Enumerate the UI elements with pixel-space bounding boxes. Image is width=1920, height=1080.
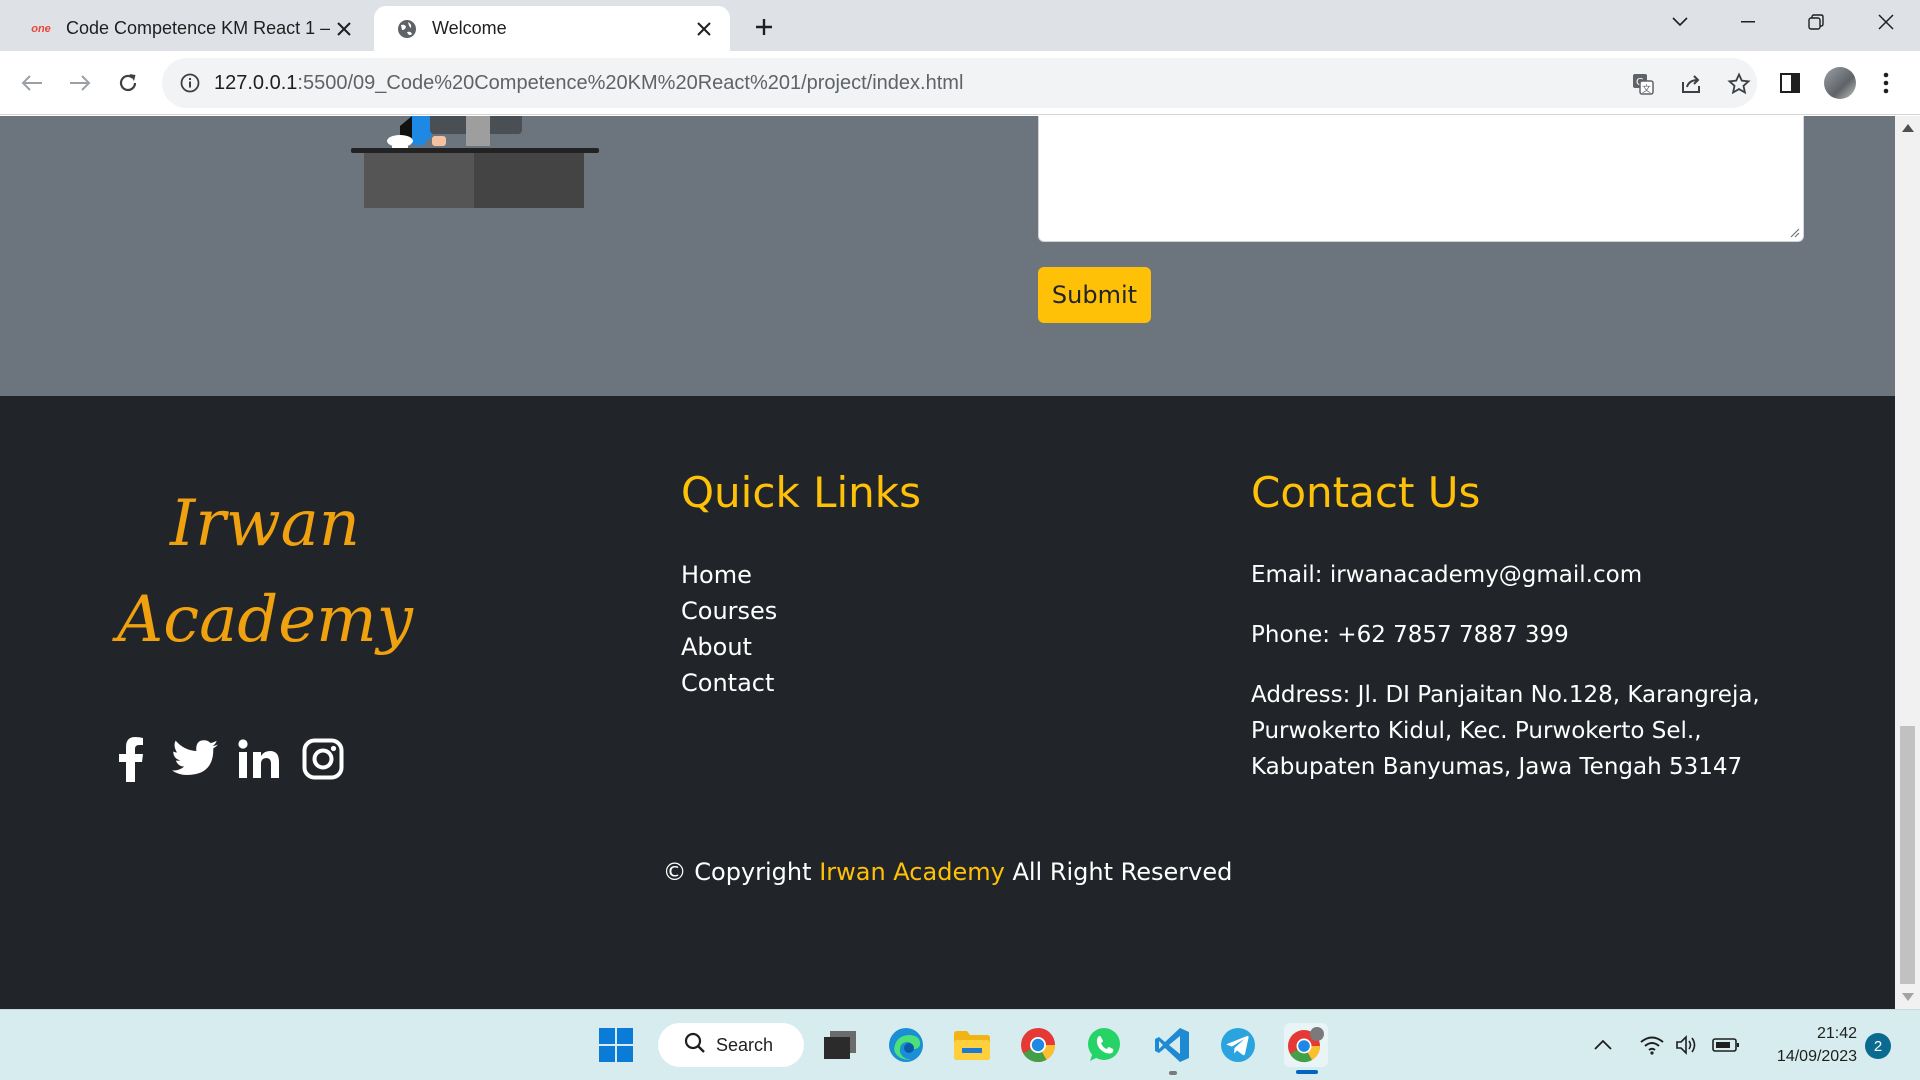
brand-line-1: Irwan [169, 487, 361, 561]
clock-date: 14/09/2023 [1776, 1048, 1857, 1065]
tab-title: Welcome [432, 18, 507, 38]
task-view-icon[interactable] [818, 1023, 862, 1067]
edge-icon[interactable] [884, 1023, 928, 1067]
globe-icon [396, 18, 418, 40]
bookmark-star-icon[interactable] [1725, 70, 1753, 98]
contact-info: Email: irwanacademy@gmail.com Phone: +62… [1251, 557, 1811, 809]
battery-icon[interactable] [1712, 1030, 1740, 1060]
instagram-icon[interactable] [300, 736, 346, 782]
copyright: © Copyright Irwan Academy All Right Rese… [0, 858, 1895, 886]
tray-overflow-chevron-icon[interactable] [1594, 1030, 1612, 1060]
menu-kebab-icon[interactable] [1866, 63, 1906, 103]
close-icon[interactable] [690, 15, 718, 43]
contact-us-title: Contact Us [1251, 468, 1481, 517]
minimize-icon[interactable] [1720, 0, 1776, 44]
restore-icon[interactable] [1788, 0, 1844, 44]
message-textarea[interactable] [1038, 116, 1804, 242]
address-bar[interactable]: 127.0.0.1:5500/09_Code%20Competence%20KM… [162, 58, 1757, 108]
window-close-icon[interactable] [1858, 0, 1914, 44]
resize-grip-icon[interactable] [1788, 226, 1800, 238]
search-icon [684, 1032, 706, 1059]
tab-title: Code Competence KM React 1 – [66, 18, 330, 38]
svg-text:文: 文 [1642, 83, 1651, 95]
url-path: :5500/09_Code%20Competence%20KM%20React%… [297, 71, 964, 94]
quick-links-title: Quick Links [681, 468, 922, 517]
contact-address: Address: Jl. DI Panjaitan No.128, Karang… [1251, 682, 1760, 780]
site-info-icon[interactable] [178, 71, 202, 95]
brand-line-2: Academy [117, 583, 413, 657]
tab-code-competence[interactable]: one Code Competence KM React 1 – [8, 6, 370, 51]
whatsapp-icon[interactable] [1082, 1023, 1126, 1067]
scroll-down-arrow-icon[interactable] [1902, 993, 1914, 1001]
back-arrow-icon[interactable] [12, 63, 52, 103]
wifi-icon[interactable] [1640, 1030, 1664, 1060]
contact-email: Email: irwanacademy@gmail.com [1251, 562, 1643, 588]
forward-arrow-icon[interactable] [60, 63, 100, 103]
translate-icon[interactable]: G文 [1629, 70, 1657, 98]
copyright-brand-link[interactable]: Irwan Academy [819, 858, 1005, 886]
vscode-icon[interactable] [1150, 1023, 1194, 1067]
telegram-icon[interactable] [1216, 1023, 1260, 1067]
search-label: Search [716, 1034, 774, 1055]
chrome-icon[interactable] [1016, 1023, 1060, 1067]
brand-logo[interactable]: Irwan Academy [100, 476, 430, 668]
scroll-up-arrow-icon[interactable] [1902, 124, 1914, 132]
new-tab-icon[interactable] [748, 11, 780, 43]
footer-link-about[interactable]: About [681, 629, 777, 665]
side-panel-icon[interactable] [1770, 63, 1810, 103]
copyright-prefix: © Copyright [662, 858, 812, 886]
running-indicator [1169, 1071, 1177, 1075]
linkedin-icon[interactable] [236, 736, 282, 782]
url-text: 127.0.0.1:5500/09_Code%20Competence%20KM… [214, 72, 963, 95]
share-icon[interactable] [1677, 70, 1705, 98]
clock-time: 21:42 [1816, 1025, 1857, 1042]
scrollbar-thumb[interactable] [1900, 726, 1915, 984]
file-explorer-icon[interactable] [950, 1023, 994, 1067]
taskbar-search[interactable]: Search [658, 1023, 804, 1067]
windows-taskbar: Search 21:42 14/09/2023 2 [0, 1009, 1920, 1080]
facebook-icon[interactable] [108, 736, 154, 782]
profile-avatar[interactable] [1824, 67, 1856, 99]
active-app-indicator [1296, 1070, 1318, 1074]
twitter-icon[interactable] [172, 736, 218, 782]
system-clock[interactable]: 21:42 14/09/2023 [1757, 1022, 1857, 1068]
browser-toolbar: 127.0.0.1:5500/09_Code%20Competence%20KM… [0, 51, 1920, 115]
close-icon[interactable] [330, 15, 358, 43]
page-scrollbar[interactable] [1895, 116, 1920, 1009]
copyright-suffix: All Right Reserved [1012, 858, 1233, 886]
page-viewport: Submit Irwan Academy Quick Links Home Co… [0, 116, 1895, 1009]
volume-icon[interactable] [1675, 1030, 1699, 1060]
footer-link-contact[interactable]: Contact [681, 665, 777, 701]
notification-badge[interactable]: 2 [1865, 1033, 1891, 1059]
footer-link-courses[interactable]: Courses [681, 593, 777, 629]
reload-icon[interactable] [108, 63, 148, 103]
submit-button[interactable]: Submit [1038, 267, 1151, 323]
social-links [108, 736, 346, 782]
chrome-profile-icon[interactable] [1284, 1023, 1328, 1067]
onedrive-one-icon: one [31, 22, 51, 35]
tab-welcome[interactable]: Welcome [374, 6, 730, 51]
windows-start-icon[interactable] [594, 1023, 638, 1067]
url-host: 127.0.0.1 [214, 71, 298, 94]
browser-tabstrip: one Code Competence KM React 1 – Welcome [0, 0, 1920, 51]
office-illustration [351, 116, 599, 208]
tab-search-chevron-icon[interactable] [1652, 0, 1708, 44]
quick-links-list: Home Courses About Contact [681, 557, 777, 701]
contact-phone: Phone: +62 7857 7887 399 [1251, 622, 1569, 648]
contact-section: Submit [0, 116, 1895, 396]
footer-link-home[interactable]: Home [681, 557, 777, 593]
site-footer: Irwan Academy Quick Links Home Courses A… [0, 396, 1895, 1009]
